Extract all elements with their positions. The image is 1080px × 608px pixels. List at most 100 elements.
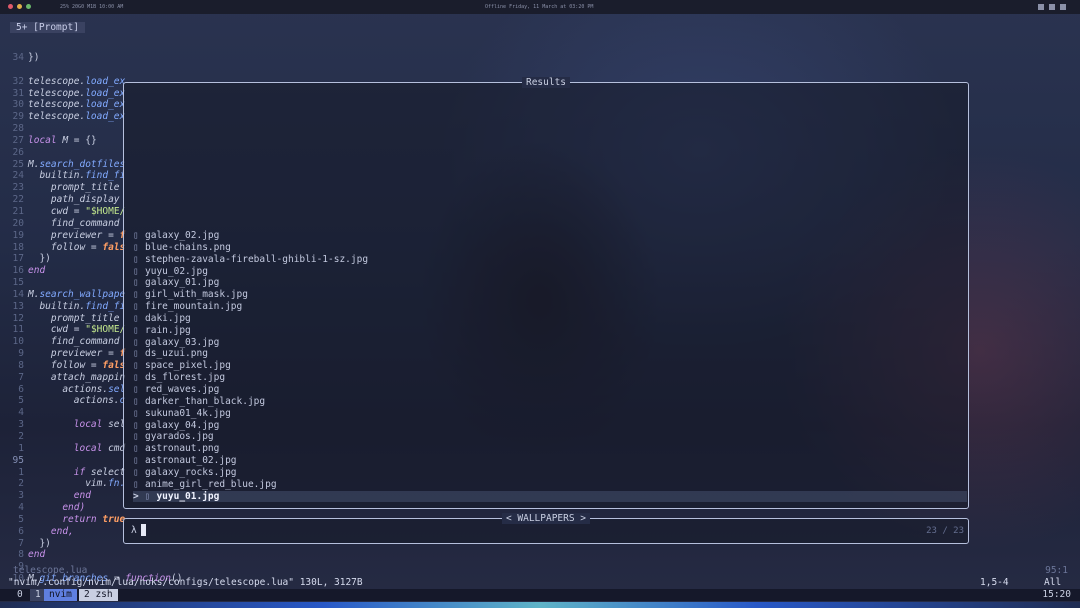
tmux-window-1-name[interactable]: nvim bbox=[44, 589, 77, 601]
line-number: 10 bbox=[12, 336, 24, 348]
code-token: select bbox=[90, 466, 126, 478]
code-token: follow bbox=[28, 359, 86, 371]
line-number: 29 bbox=[12, 111, 24, 123]
code-token: cwd bbox=[28, 324, 69, 336]
result-item[interactable]: ▯ space_pixel.jpg bbox=[133, 360, 967, 372]
result-item[interactable]: ▯ ds_florest.jpg bbox=[133, 372, 967, 384]
tmux-session[interactable]: 0 bbox=[17, 589, 23, 601]
result-item[interactable]: ▯ daki.jpg bbox=[133, 313, 967, 325]
line-number: 7 bbox=[18, 371, 24, 383]
line-number: 95 bbox=[12, 454, 24, 466]
result-item[interactable]: ▯ sukuna01_4k.jpg bbox=[133, 408, 967, 420]
selected-result-item[interactable]: > ▯ yuyu_01.jpg bbox=[133, 490, 967, 503]
line-number: 26 bbox=[12, 146, 24, 158]
code-token: telescope. bbox=[28, 111, 86, 123]
result-item[interactable]: ▯ galaxy_rocks.jpg bbox=[133, 467, 967, 479]
result-item[interactable]: ▯ rain.jpg bbox=[133, 325, 967, 337]
image-file-icon: ▯ bbox=[133, 265, 139, 277]
result-item[interactable]: ▯ yuyu_02.jpg bbox=[133, 266, 967, 278]
code-line[interactable]: 34}) bbox=[6, 52, 1074, 64]
image-file-icon: ▯ bbox=[133, 230, 139, 241]
result-item[interactable]: ▯ galaxy_02.jpg bbox=[133, 230, 967, 242]
maximize-dot-icon[interactable] bbox=[26, 4, 31, 9]
result-item[interactable]: ▯ astronaut.png bbox=[133, 443, 967, 455]
command-line[interactable]: "nvim/.config/nvim/lua/noks/configs/tele… bbox=[6, 577, 1074, 588]
line-number: 12 bbox=[12, 312, 24, 324]
result-filename: stephen-zavala-fireball-ghibli-1-sz.jpg bbox=[145, 253, 369, 265]
result-item[interactable]: ▯ galaxy_03.jpg bbox=[133, 337, 967, 349]
results-title: Results bbox=[521, 77, 571, 88]
result-item[interactable]: ▯ galaxy_04.jpg bbox=[133, 420, 967, 432]
result-filename: ds_florest.jpg bbox=[145, 372, 226, 384]
result-filename: galaxy_04.jpg bbox=[145, 419, 220, 431]
code-token: search_wallpape bbox=[39, 288, 126, 300]
code-token: load_ex bbox=[85, 99, 126, 111]
status-filename: telescope.lua bbox=[13, 565, 88, 576]
result-item[interactable]: ▯ anime_girl_red_blue.jpg bbox=[133, 479, 967, 491]
code-token: = bbox=[102, 229, 120, 241]
code-token: = bbox=[85, 359, 103, 371]
result-item[interactable]: ▯ galaxy_01.jpg bbox=[133, 277, 967, 289]
code-token: if bbox=[28, 466, 91, 478]
code-token: M. bbox=[28, 158, 40, 170]
result-item[interactable]: ▯ blue-chains.png bbox=[133, 242, 967, 254]
result-item[interactable]: ▯ astronaut_02.jpg bbox=[133, 455, 967, 467]
tmux-window-2[interactable]: 2 zsh bbox=[79, 589, 118, 601]
line-number: 25 bbox=[12, 158, 24, 170]
code-token: = bbox=[85, 241, 103, 253]
tray-icon[interactable] bbox=[1038, 4, 1044, 10]
code-token: local bbox=[28, 419, 109, 431]
image-file-icon: ▯ bbox=[133, 478, 139, 490]
tray-icon[interactable] bbox=[1060, 4, 1066, 10]
result-filename: daki.jpg bbox=[145, 312, 191, 324]
line-number: 2 bbox=[18, 478, 24, 490]
result-item[interactable]: ▯ darker_than_black.jpg bbox=[133, 396, 967, 408]
code-token: local bbox=[28, 134, 63, 146]
code-token: telescope. bbox=[28, 75, 86, 87]
line-number: 27 bbox=[12, 134, 24, 146]
minimize-dot-icon[interactable] bbox=[17, 4, 22, 9]
result-item[interactable]: ▯ red_waves.jpg bbox=[133, 384, 967, 396]
result-filename: ds_uzui.png bbox=[145, 348, 208, 360]
code-token: "$HOME/ bbox=[85, 324, 126, 336]
close-dot-icon[interactable] bbox=[8, 4, 13, 9]
image-file-icon: ▯ bbox=[133, 324, 139, 336]
result-filename: galaxy_01.jpg bbox=[145, 277, 220, 289]
result-filename: galaxy_02.jpg bbox=[145, 230, 220, 241]
image-file-icon: ▯ bbox=[133, 466, 139, 478]
code-token: load_ex bbox=[85, 111, 126, 123]
window-controls bbox=[8, 4, 31, 9]
result-filename: anime_girl_red_blue.jpg bbox=[145, 478, 277, 490]
code-token: find_command bbox=[28, 217, 120, 229]
result-filename: space_pixel.jpg bbox=[145, 360, 231, 372]
code-token: actions. bbox=[28, 395, 120, 407]
result-item[interactable]: ▯ ds_uzui.png bbox=[133, 348, 967, 360]
line-number: 23 bbox=[12, 182, 24, 194]
tab-prompt[interactable]: 5+ [Prompt] bbox=[10, 22, 85, 33]
result-item[interactable]: ▯ gyarados.jpg bbox=[133, 431, 967, 443]
result-item[interactable]: ▯ fire_mountain.jpg bbox=[133, 301, 967, 313]
code-token: M. bbox=[28, 288, 40, 300]
image-file-icon: ▯ bbox=[133, 336, 139, 348]
results-list[interactable]: ▯ galaxy_02.jpg ▯ blue-chains.png ▯ stephen-z… bbox=[133, 230, 967, 503]
code-line[interactable] bbox=[6, 64, 1074, 76]
tray-icon[interactable] bbox=[1049, 4, 1055, 10]
code-line[interactable]: 8 end bbox=[6, 549, 1074, 561]
line-number: 34 bbox=[12, 52, 24, 63]
prompt-input-cursor[interactable] bbox=[141, 524, 146, 536]
code-token: load_ex bbox=[85, 75, 126, 87]
image-file-icon: ▯ bbox=[133, 372, 139, 384]
result-item[interactable]: ▯ girl_with_mask.jpg bbox=[133, 289, 967, 301]
result-filename: yuyu_02.jpg bbox=[145, 265, 208, 277]
line-number: 1 bbox=[18, 442, 24, 454]
image-file-icon: ▯ bbox=[133, 455, 139, 467]
code-token: }) bbox=[28, 253, 51, 265]
code-token: end bbox=[28, 490, 91, 502]
result-filename: sukuna01_4k.jpg bbox=[145, 407, 231, 419]
line-number: 3 bbox=[18, 419, 24, 431]
code-token: prompt_title bbox=[28, 182, 120, 194]
code-token: end bbox=[28, 549, 46, 561]
line-number: 31 bbox=[12, 87, 24, 99]
result-item[interactable]: ▯ stephen-zavala-fireball-ghibli-1-sz.jpg bbox=[133, 254, 967, 266]
code-token: search_dotfiles bbox=[39, 158, 126, 170]
